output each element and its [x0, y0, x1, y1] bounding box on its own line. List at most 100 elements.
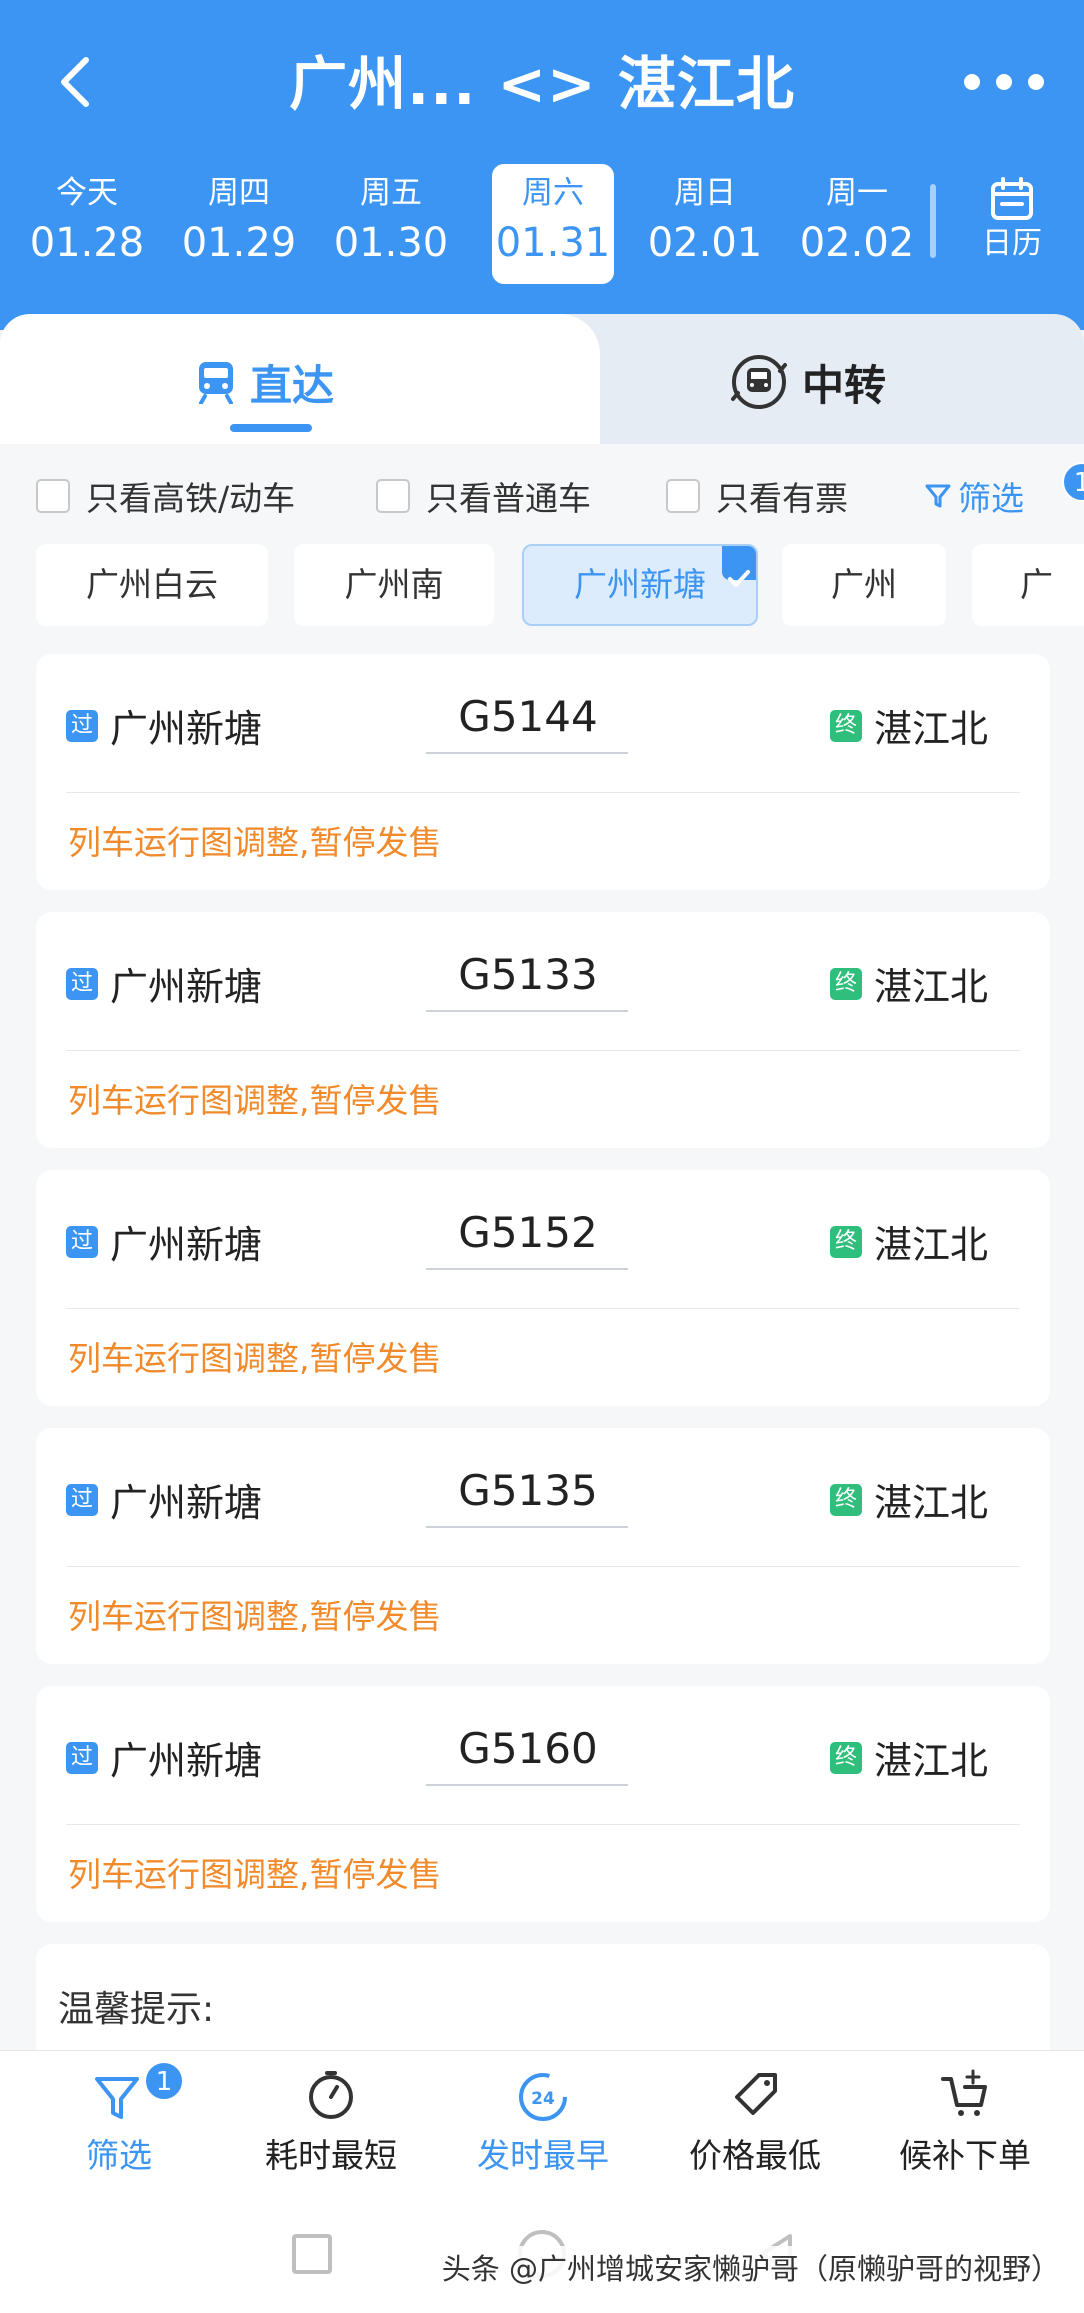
train-card[interactable]: 过广州新塘 G5133 终湛江北 列车运行图调整,暂停发售	[36, 912, 1050, 1148]
filter-link-label: 筛选	[958, 479, 1024, 518]
departure-station: 过广州新塘	[66, 956, 262, 1011]
waitlist-label: 候补下单	[899, 2136, 1031, 2175]
date-weekday: 周日	[674, 175, 736, 211]
station-chip-partial[interactable]: 广	[972, 544, 1084, 626]
card-divider	[66, 1308, 1020, 1309]
pass-tag: 过	[66, 1741, 98, 1774]
train-icon	[199, 362, 233, 404]
checkbox-box[interactable]	[376, 479, 410, 513]
date-weekday: 周一	[826, 175, 888, 211]
calendar-button[interactable]: 日历	[960, 170, 1064, 280]
system-navigation-bar: 头条 @广州增城安家懒驴哥（原懒驴哥的视野）	[0, 2200, 1084, 2313]
checkbox-normal-train[interactable]: 只看普通车	[376, 472, 591, 520]
train-card[interactable]: 过广州新塘 G5152 终湛江北 列车运行图调整,暂停发售	[36, 1170, 1050, 1406]
bottom-action-bar: 1 筛选 耗时最短 24 发时最早 价格最低 候补下单	[0, 2050, 1084, 2200]
checkbox-label: 只看普通车	[426, 479, 591, 518]
date-value: 02.02	[799, 220, 915, 266]
from-station: 广州新塘	[110, 1481, 263, 1525]
date-value: 02.01	[647, 220, 763, 266]
sale-status: 列车运行图调整,暂停发售	[68, 1597, 442, 1636]
date-value: 01.29	[181, 220, 297, 266]
date-tab-1[interactable]: 周四 01.29	[178, 164, 300, 284]
train-line	[426, 1010, 628, 1012]
checkbox-label: 只看高铁/动车	[86, 479, 296, 518]
train-number: G5160	[458, 1724, 598, 1773]
check-icon	[722, 546, 756, 587]
train-line	[426, 1526, 628, 1528]
departure-station: 过广州新塘	[66, 1472, 262, 1527]
pass-tag: 过	[66, 967, 98, 1000]
station-chip[interactable]: 广州南	[294, 544, 494, 626]
filter-icon	[95, 2077, 139, 2119]
route-type-tabs: 直达 中转	[0, 314, 1084, 444]
arrival-station: 终湛江北	[829, 1472, 988, 1527]
sort-shortest-button[interactable]: 耗时最短	[246, 2067, 416, 2187]
end-tag: 终	[829, 709, 862, 742]
from-station: 广州新塘	[110, 1739, 263, 1783]
tab-direct[interactable]: 直达	[196, 352, 334, 412]
waitlist-button[interactable]: 候补下单	[880, 2067, 1050, 2187]
train-number: G5144	[458, 692, 598, 741]
date-tab-5[interactable]: 周一 02.02	[796, 164, 918, 284]
date-weekday: 周四	[208, 175, 270, 211]
more-dot	[996, 74, 1012, 90]
to-station: 湛江北	[873, 1739, 988, 1783]
train-card[interactable]: 过广州新塘 G5135 终湛江北 列车运行图调整,暂停发售	[36, 1428, 1050, 1664]
date-tab-2[interactable]: 周五 01.30	[330, 164, 452, 284]
station-chip[interactable]: 广州	[782, 544, 946, 626]
clock-24-text: 24	[531, 2089, 555, 2109]
to-station: 湛江北	[873, 707, 988, 751]
date-weekday: 今天	[56, 175, 118, 211]
sort-cheapest-button[interactable]: 价格最低	[670, 2067, 840, 2187]
filter-link[interactable]: 筛选	[924, 472, 1024, 520]
to-station: 湛江北	[873, 1481, 988, 1525]
from-station: 广州新塘	[110, 1223, 263, 1267]
station-chips: 广州白云 广州南 广州新塘 广州 广	[36, 544, 1084, 628]
recent-apps-icon[interactable]	[292, 2234, 332, 2274]
timer-icon	[309, 2071, 353, 2119]
price-tag-icon	[735, 2073, 777, 2115]
from-station: 广州新塘	[110, 707, 263, 751]
bottom-filter-button[interactable]: 1 筛选	[34, 2061, 204, 2187]
train-card[interactable]: 过广州新塘 G5160 终湛江北 列车运行图调整,暂停发售	[36, 1686, 1050, 1922]
date-selector: 今天 01.28 周四 01.29 周五 01.30 周六 01.31 周日 02.01 …	[26, 164, 926, 284]
train-line	[426, 1784, 628, 1786]
end-tag: 终	[829, 1741, 862, 1774]
tab-transfer[interactable]: 中转	[730, 352, 886, 412]
back-button[interactable]	[48, 52, 108, 112]
end-tag: 终	[829, 1225, 862, 1258]
sale-status: 列车运行图调整,暂停发售	[68, 1081, 442, 1120]
date-tab-0[interactable]: 今天 01.28	[26, 164, 148, 284]
date-value: 01.28	[29, 220, 145, 266]
date-tab-3-selected[interactable]: 周六 01.31	[492, 164, 614, 284]
checkbox-high-speed[interactable]: 只看高铁/动车	[36, 472, 295, 520]
train-number: G5135	[458, 1466, 598, 1515]
sort-shortest-label: 耗时最短	[265, 2136, 397, 2175]
checkbox-has-ticket[interactable]: 只看有票	[666, 472, 848, 520]
date-weekday: 周六	[522, 175, 584, 211]
departure-station: 过广州新塘	[66, 698, 262, 753]
sale-status: 列车运行图调整,暂停发售	[68, 1339, 442, 1378]
train-card[interactable]: 过广州新塘 G5144 终湛江北 列车运行图调整,暂停发售	[36, 654, 1050, 890]
station-chip[interactable]: 广州白云	[36, 544, 268, 626]
train-line	[426, 752, 628, 754]
departure-station: 过广州新塘	[66, 1730, 262, 1785]
date-value: 01.31	[495, 220, 611, 266]
date-tab-4[interactable]: 周日 02.01	[644, 164, 766, 284]
checkbox-box[interactable]	[36, 479, 70, 513]
card-divider	[66, 1824, 1020, 1825]
content-area: 只看高铁/动车 只看普通车 只看有票 筛选 1 广州白云 广州南 广州新塘 广州…	[0, 444, 1084, 2084]
clock-24-icon: 24	[519, 2073, 567, 2121]
checkbox-box[interactable]	[666, 479, 700, 513]
card-divider	[66, 792, 1020, 793]
header: 广州... <> 湛江北 今天 01.28 周四 01.29 周五 01.30 周六 0…	[0, 0, 1084, 330]
station-chip-selected[interactable]: 广州新塘	[522, 544, 758, 626]
more-button[interactable]	[964, 70, 1044, 94]
sale-status: 列车运行图调整,暂停发售	[68, 1855, 442, 1894]
filter-count-badge: 1	[144, 2061, 184, 2101]
date-value: 01.30	[333, 220, 449, 266]
more-dots-icon	[964, 74, 980, 90]
filter-icon	[925, 484, 951, 508]
sort-earliest-button[interactable]: 24 发时最早	[458, 2067, 628, 2187]
sale-status: 列车运行图调整,暂停发售	[68, 823, 442, 862]
